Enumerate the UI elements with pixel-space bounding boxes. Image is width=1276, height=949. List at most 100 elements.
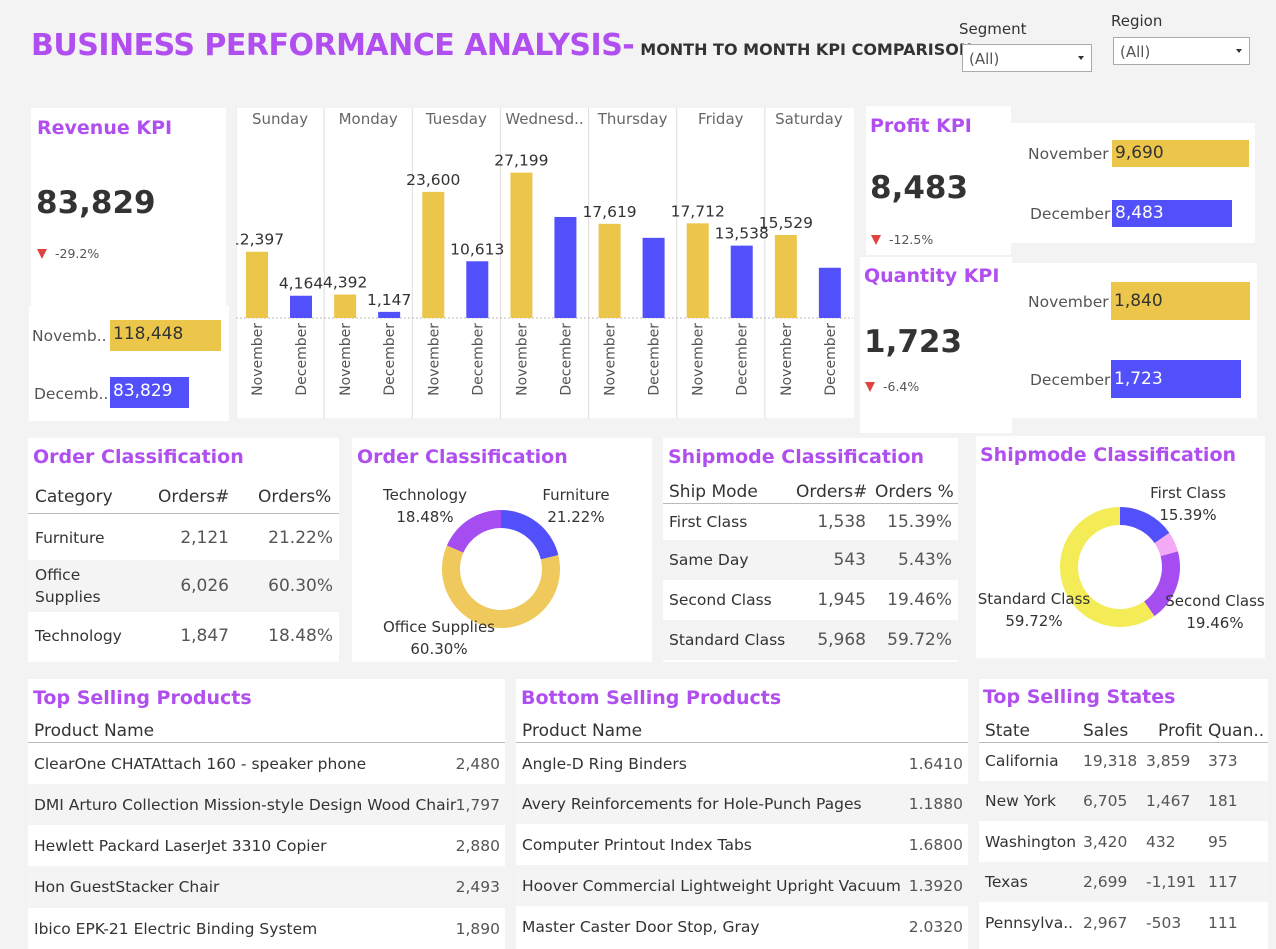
quantity-kpi-value: 1,723 bbox=[864, 324, 963, 360]
quantity-bar-nov: 1,840 bbox=[1111, 282, 1250, 320]
table-row: Pennsylva.. 2,967 -503 111 bbox=[979, 902, 1268, 943]
region-select[interactable]: (All) bbox=[1113, 37, 1250, 65]
down-triangle-icon bbox=[865, 382, 875, 392]
month-tick-label: December bbox=[647, 323, 663, 396]
month-tick-label: November bbox=[514, 323, 530, 396]
table-row: ClearOne CHATAttach 160 - speaker phone … bbox=[28, 743, 505, 784]
shipmode-table-panel: Shipmode Classification Ship Mode Orders… bbox=[663, 438, 958, 662]
table-row: New York 6,705 1,467 181 bbox=[979, 781, 1268, 821]
slice-label: Furniture bbox=[542, 486, 609, 504]
slice-label: Office Supplies bbox=[383, 618, 495, 636]
table-row: DMI Arturo Collection Mission-style Desi… bbox=[28, 784, 505, 825]
profit-bar-nov: 9,690 bbox=[1112, 140, 1249, 167]
cell-product-sales: 1.6410 bbox=[908, 754, 963, 773]
cell-product-name: ClearOne CHATAttach 160 - speaker phone bbox=[34, 754, 367, 773]
col-header-product-name: Product Name bbox=[34, 720, 155, 741]
down-triangle-icon bbox=[871, 235, 881, 245]
table-row: First Class 1,538 15.39% bbox=[663, 504, 958, 540]
profit-bar-dec-text: 8,483 bbox=[1115, 203, 1164, 223]
cell-state: Pennsylva.. bbox=[985, 913, 1074, 932]
cell-state: Texas bbox=[985, 873, 1028, 891]
bar-november bbox=[774, 235, 797, 318]
cell-product-name: Master Caster Door Stop, Gray bbox=[522, 917, 760, 936]
cell-profit: -503 bbox=[1146, 913, 1182, 932]
table-row: Same Day 543 5.43% bbox=[663, 540, 958, 580]
cell-product-sales: 1.3920 bbox=[908, 876, 963, 895]
cell-orders-count: 6,026 bbox=[180, 576, 229, 596]
title-main: BUSINESS PERFORMANCE ANALYSIS- bbox=[31, 28, 635, 63]
cell-product-name: DMI Arturo Collection Mission-style Desi… bbox=[34, 795, 457, 814]
profit-bar-nov-text: 9,690 bbox=[1115, 143, 1164, 163]
cell-sales: 2,967 bbox=[1083, 913, 1128, 932]
cell-product-sales: 1,890 bbox=[455, 919, 500, 938]
profit-kpi-bars: November 9,690 December 8,483 bbox=[1011, 123, 1255, 243]
bar-december bbox=[466, 261, 489, 318]
cell-product-sales: 2.0320 bbox=[908, 917, 963, 936]
cell-sales: 2,699 bbox=[1083, 873, 1128, 891]
order-table-title: Order Classification bbox=[33, 446, 244, 468]
slice-value-label: 59.72% bbox=[1005, 612, 1062, 630]
cell-ship-mode: Standard Class bbox=[669, 631, 786, 649]
cell-product-name: Angle-D Ring Binders bbox=[522, 754, 687, 773]
cell-state: Washington bbox=[985, 832, 1077, 851]
cell-orders-count: 1,847 bbox=[180, 626, 229, 646]
bar-data-label: 15,529 bbox=[759, 214, 813, 232]
profit-bar-label-nov: November bbox=[1028, 145, 1109, 163]
bar-data-label: 4,392 bbox=[323, 274, 367, 292]
revenue-kpi-title: Revenue KPI bbox=[37, 117, 173, 139]
revenue-kpi-bars: Novemb.. 118,448 Decemb.. 83,829 bbox=[29, 306, 229, 421]
cell-product-name: Hewlett Packard LaserJet 3310 Copier bbox=[34, 836, 327, 855]
slice-value-label: 60.30% bbox=[410, 640, 467, 658]
revenue-bar-nov: 118,448 bbox=[110, 320, 221, 351]
col-header-product-name: Product Name bbox=[522, 720, 643, 741]
cell-orders-pct: 59.72% bbox=[887, 630, 952, 650]
cell-profit: 1,467 bbox=[1146, 792, 1191, 810]
month-tick-label: November bbox=[779, 323, 795, 396]
table-header: Ship Mode Orders# Orders % bbox=[663, 480, 958, 504]
table-row: California 19,318 3,859 373 bbox=[979, 741, 1268, 781]
revenue-bar-dec: 83,829 bbox=[110, 377, 189, 408]
day-header: Wednesd.. bbox=[505, 110, 583, 128]
quantity-kpi-change-text: -6.4% bbox=[883, 379, 920, 394]
slice-value-label: 21.22% bbox=[547, 508, 604, 526]
revenue-kpi-change: -29.2% bbox=[37, 246, 99, 261]
bar-november bbox=[598, 223, 621, 318]
bar-november bbox=[334, 294, 357, 318]
table-header: Category Orders# Orders% bbox=[28, 480, 339, 514]
quantity-kpi-card: Quantity KPI 1,723 -6.4% bbox=[860, 257, 1012, 433]
cell-ship-mode: First Class bbox=[669, 513, 748, 531]
bar-december bbox=[290, 295, 312, 318]
cell-category: Technology bbox=[35, 627, 122, 645]
quantity-bar-dec-text: 1,723 bbox=[1114, 369, 1163, 389]
top-selling-states-panel: Top Selling States State Sales Profit Qu… bbox=[979, 679, 1268, 949]
daily-revenue-chart: Sunday 12,397 November 4,164 December Monday 4… bbox=[236, 108, 853, 418]
ship-donut-title: Shipmode Classification bbox=[980, 444, 1237, 466]
month-tick-label: November bbox=[338, 323, 354, 396]
quantity-bar-label-nov: November bbox=[1028, 293, 1109, 311]
slice-value-label: 15.39% bbox=[1159, 506, 1216, 524]
profit-kpi-card: Profit KPI 8,483 -12.5% bbox=[866, 106, 1011, 255]
bottom-selling-products-panel: Bottom Selling Products Product Name Ang… bbox=[516, 679, 968, 949]
cell-category: Furniture bbox=[35, 529, 105, 547]
title-sub: MONTH TO MONTH KPI COMPARISON bbox=[640, 40, 973, 59]
profit-kpi-title: Profit KPI bbox=[870, 115, 972, 137]
day-header: Thursday bbox=[597, 110, 668, 128]
bar-november bbox=[422, 191, 445, 318]
chevron-down-icon bbox=[1236, 49, 1242, 53]
cell-quantity: 95 bbox=[1208, 832, 1228, 851]
donut-slice bbox=[446, 510, 501, 553]
table-row: Office Supplies 6,026 60.30% bbox=[28, 560, 339, 612]
slice-value-label: 19.46% bbox=[1186, 614, 1243, 632]
month-tick-label: November bbox=[691, 323, 707, 396]
bar-december bbox=[554, 216, 577, 318]
cell-quantity: 181 bbox=[1208, 792, 1238, 810]
col-header-ship-mode: Ship Mode bbox=[669, 481, 758, 502]
col-header-orders-count: Orders# bbox=[796, 481, 868, 502]
cell-product-name: Hon GuestStacker Chair bbox=[34, 878, 220, 896]
cell-sales: 3,420 bbox=[1083, 832, 1128, 851]
segment-select-value: (All) bbox=[969, 50, 1000, 68]
segment-select[interactable]: (All) bbox=[962, 44, 1092, 72]
cell-orders-count: 5,968 bbox=[817, 630, 866, 650]
slice-label: First Class bbox=[1150, 484, 1226, 502]
col-header-category: Category bbox=[35, 486, 113, 507]
